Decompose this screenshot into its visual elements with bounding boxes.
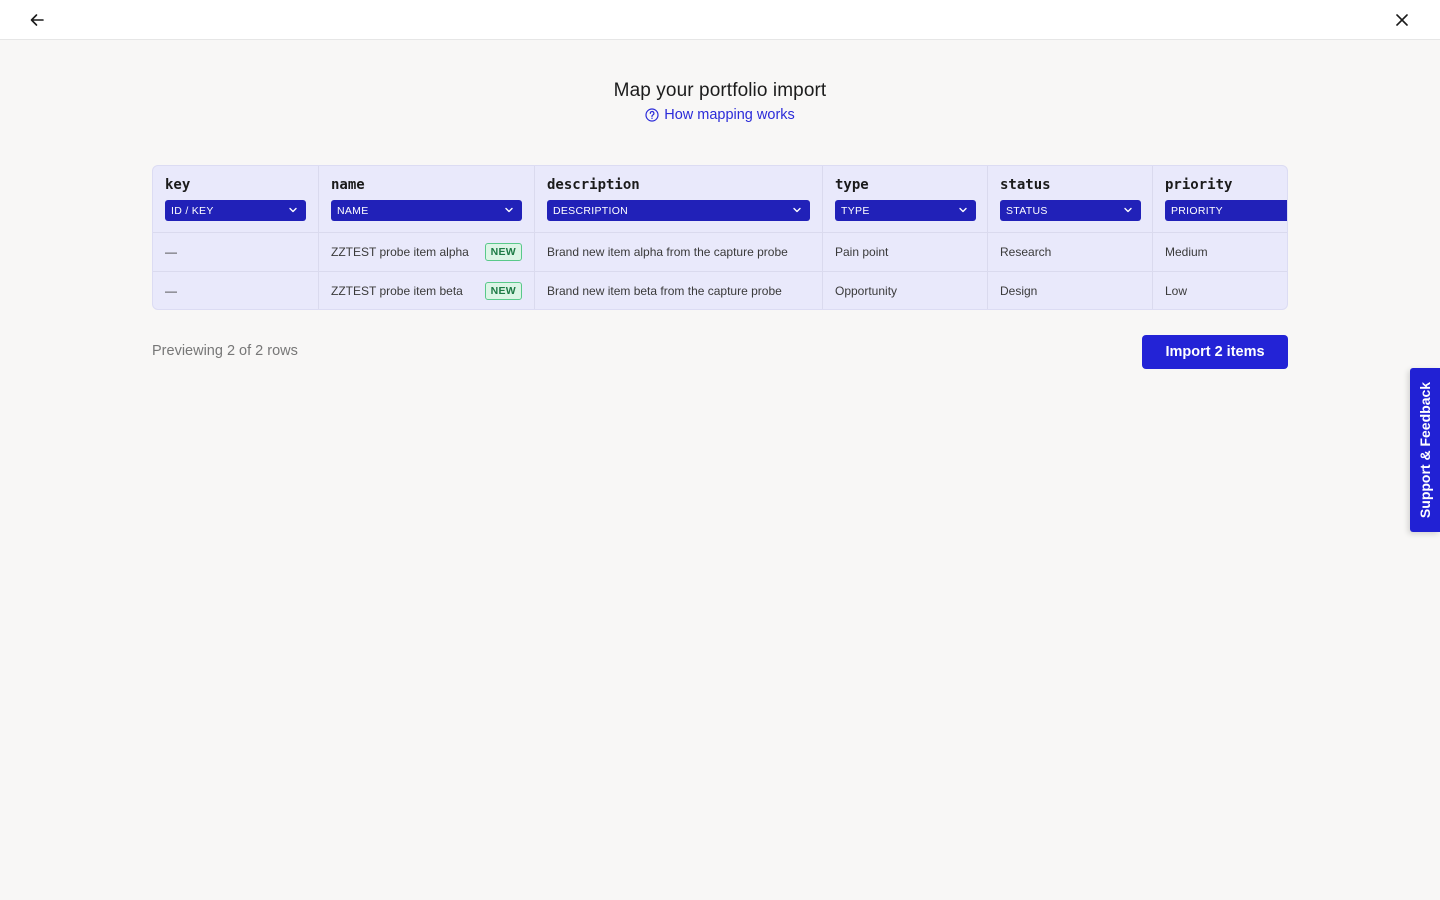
cell-name: ZZTEST probe item beta NEW xyxy=(319,272,535,309)
chevron-down-icon xyxy=(793,207,801,213)
cell-value: — xyxy=(165,245,177,259)
cell-value: Brand new item beta from the capture pro… xyxy=(547,284,782,298)
support-feedback-tab[interactable]: Support & Feedback xyxy=(1410,368,1440,532)
page-title: Map your portfolio import xyxy=(613,80,827,101)
arrow-left-icon xyxy=(30,14,44,26)
column-title: name xyxy=(331,177,365,193)
mapping-select-value: STATUS xyxy=(1006,204,1048,217)
column-title: status xyxy=(1000,177,1051,193)
mapping-select-value: ID / KEY xyxy=(171,204,214,217)
cell-type: Opportunity xyxy=(823,272,988,309)
cell-value: Pain point xyxy=(835,245,889,259)
mapping-select-name[interactable]: NAME xyxy=(331,200,522,221)
cell-name: ZZTEST probe item alpha NEW xyxy=(319,233,535,271)
cell-priority: Medium xyxy=(1153,233,1287,271)
column-header-key: key ID / KEY xyxy=(153,166,319,232)
chevron-down-icon xyxy=(289,207,297,213)
mapping-select-value: NAME xyxy=(337,204,369,217)
support-feedback-label: Support & Feedback xyxy=(1417,381,1433,519)
column-header-priority: priority PRIORITY xyxy=(1153,166,1287,232)
table-header-row: key ID / KEY name NAME description DESCR… xyxy=(153,166,1287,232)
column-title: priority xyxy=(1165,177,1233,193)
chevron-down-icon xyxy=(505,207,513,213)
import-button[interactable]: Import 2 items xyxy=(1142,335,1288,369)
help-link-label[interactable]: How mapping works xyxy=(664,107,795,123)
column-header-name: name NAME xyxy=(319,166,535,232)
new-badge: NEW xyxy=(484,243,522,261)
cell-value: Brand new item alpha from the capture pr… xyxy=(547,245,788,259)
cell-description: Brand new item beta from the capture pro… xyxy=(535,272,823,309)
new-badge: NEW xyxy=(484,282,522,300)
column-header-status: status STATUS xyxy=(988,166,1153,232)
cell-value: Low xyxy=(1165,284,1188,298)
mapping-select-value: DESCRIPTION xyxy=(553,204,629,217)
column-header-description: description DESCRIPTION xyxy=(535,166,823,232)
cell-type: Pain point xyxy=(823,233,988,271)
table-row: — ZZTEST probe item beta NEW Brand new i… xyxy=(153,271,1287,309)
mapping-select-priority[interactable]: PRIORITY xyxy=(1165,200,1287,221)
close-button[interactable] xyxy=(1390,8,1414,32)
column-title: key xyxy=(165,177,191,193)
mapping-select-status[interactable]: STATUS xyxy=(1000,200,1141,221)
cell-description: Brand new item alpha from the capture pr… xyxy=(535,233,823,271)
mapping-select-value: TYPE xyxy=(841,204,870,217)
column-title: description xyxy=(547,177,640,193)
cell-key: — xyxy=(153,233,319,271)
cell-value: ZZTEST probe item beta xyxy=(331,284,463,298)
close-icon xyxy=(1396,14,1408,26)
mapping-table: key ID / KEY name NAME description DESCR… xyxy=(152,165,1288,310)
mapping-select-description[interactable]: DESCRIPTION xyxy=(547,200,810,221)
question-circle-icon xyxy=(645,108,659,122)
chevron-down-icon xyxy=(1124,207,1132,213)
back-button[interactable] xyxy=(25,8,49,32)
mapping-select-key[interactable]: ID / KEY xyxy=(165,200,306,221)
column-title: type xyxy=(835,177,869,193)
cell-key: — xyxy=(153,272,319,309)
cell-status: Design xyxy=(988,272,1153,309)
cell-value: — xyxy=(165,284,177,298)
cell-status: Research xyxy=(988,233,1153,271)
cell-value: Opportunity xyxy=(835,284,898,298)
cell-value: Research xyxy=(1000,245,1052,259)
chevron-down-icon xyxy=(959,207,967,213)
how-mapping-works-link[interactable]: How mapping works xyxy=(0,107,1440,123)
cell-value: Design xyxy=(1000,284,1038,298)
top-bar xyxy=(0,0,1440,40)
mapping-select-type[interactable]: TYPE xyxy=(835,200,976,221)
table-row: — ZZTEST probe item alpha NEW Brand new … xyxy=(153,232,1287,271)
cell-priority: Low xyxy=(1153,272,1287,309)
preview-count-text: Previewing 2 of 2 rows xyxy=(152,343,298,359)
column-header-type: type TYPE xyxy=(823,166,988,232)
mapping-select-value: PRIORITY xyxy=(1171,204,1223,217)
cell-value: ZZTEST probe item alpha xyxy=(331,245,469,259)
cell-value: Medium xyxy=(1165,245,1208,259)
